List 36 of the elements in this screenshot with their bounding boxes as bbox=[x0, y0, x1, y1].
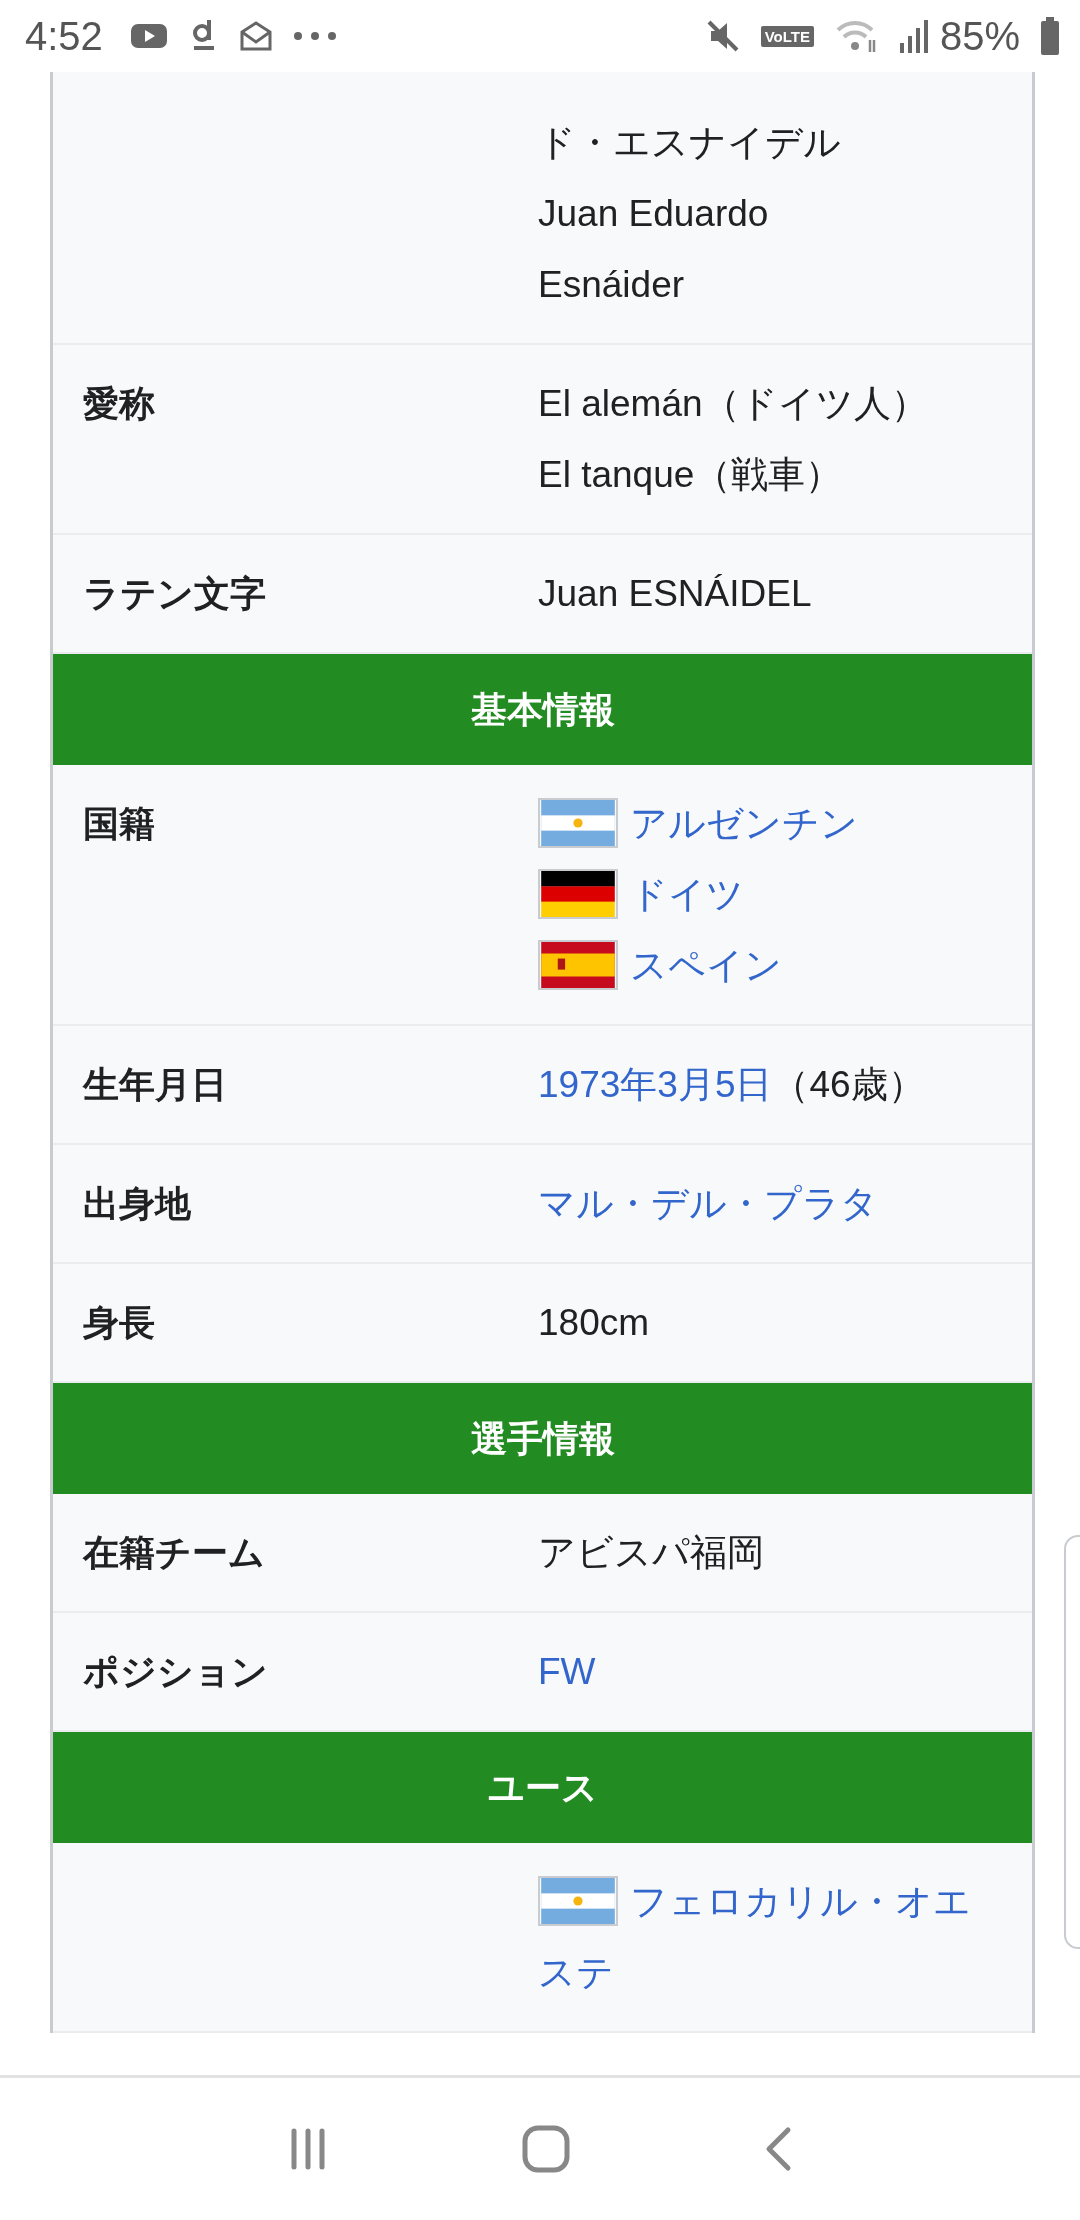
link[interactable]: 1973年3月5日 bbox=[538, 1064, 773, 1105]
battery-icon bbox=[1040, 17, 1060, 55]
field-label: 国籍 bbox=[83, 803, 155, 844]
field-label: 身長 bbox=[83, 1302, 155, 1343]
field-value: ド・エスナイデル bbox=[538, 122, 841, 163]
field-value: El alemán（ドイツ人） bbox=[538, 383, 928, 424]
field-label: 愛称 bbox=[83, 383, 155, 424]
link[interactable]: FW bbox=[538, 1636, 1002, 1707]
status-time: 4:52 bbox=[25, 13, 103, 59]
field-label: 出身地 bbox=[83, 1183, 191, 1224]
home-icon[interactable] bbox=[521, 2124, 571, 2174]
video-play-icon bbox=[128, 21, 169, 51]
field-value: 1973年3月5日（46歳） bbox=[538, 1064, 925, 1105]
field-label: 在籍チーム bbox=[83, 1532, 265, 1573]
battery-level: 85% bbox=[939, 13, 1020, 59]
signal-icon bbox=[897, 19, 928, 53]
field-value: Juan Eduardo bbox=[538, 193, 769, 234]
mail-icon bbox=[238, 20, 273, 52]
section-header: 選手情報 bbox=[53, 1383, 1032, 1494]
more-icon bbox=[292, 31, 337, 41]
field-value: El tanque（戦車） bbox=[538, 454, 843, 495]
field-label: ラテン文字 bbox=[83, 573, 266, 614]
link[interactable]: フェロカリル・オエステ bbox=[538, 1866, 1002, 2008]
field-label: ポジション bbox=[83, 1651, 268, 1692]
link[interactable]: スペイン bbox=[538, 930, 1002, 1001]
volte-badge: VoLTE bbox=[760, 25, 814, 47]
link[interactable]: マル・デル・プラタ bbox=[538, 1168, 1002, 1239]
section-header: 基本情報 bbox=[53, 654, 1032, 765]
field-value: アビスパ福岡 bbox=[538, 1532, 764, 1573]
field-label: 生年月日 bbox=[83, 1064, 227, 1105]
section-header: ユース bbox=[53, 1732, 1032, 1843]
field-value: 180cm bbox=[538, 1302, 650, 1343]
link[interactable]: アルゼンチン bbox=[538, 788, 1002, 859]
field-value: Esnáider bbox=[538, 264, 685, 305]
field-value: Juan ESNÁIDEL bbox=[538, 573, 812, 614]
link[interactable]: ドイツ bbox=[538, 859, 1002, 930]
